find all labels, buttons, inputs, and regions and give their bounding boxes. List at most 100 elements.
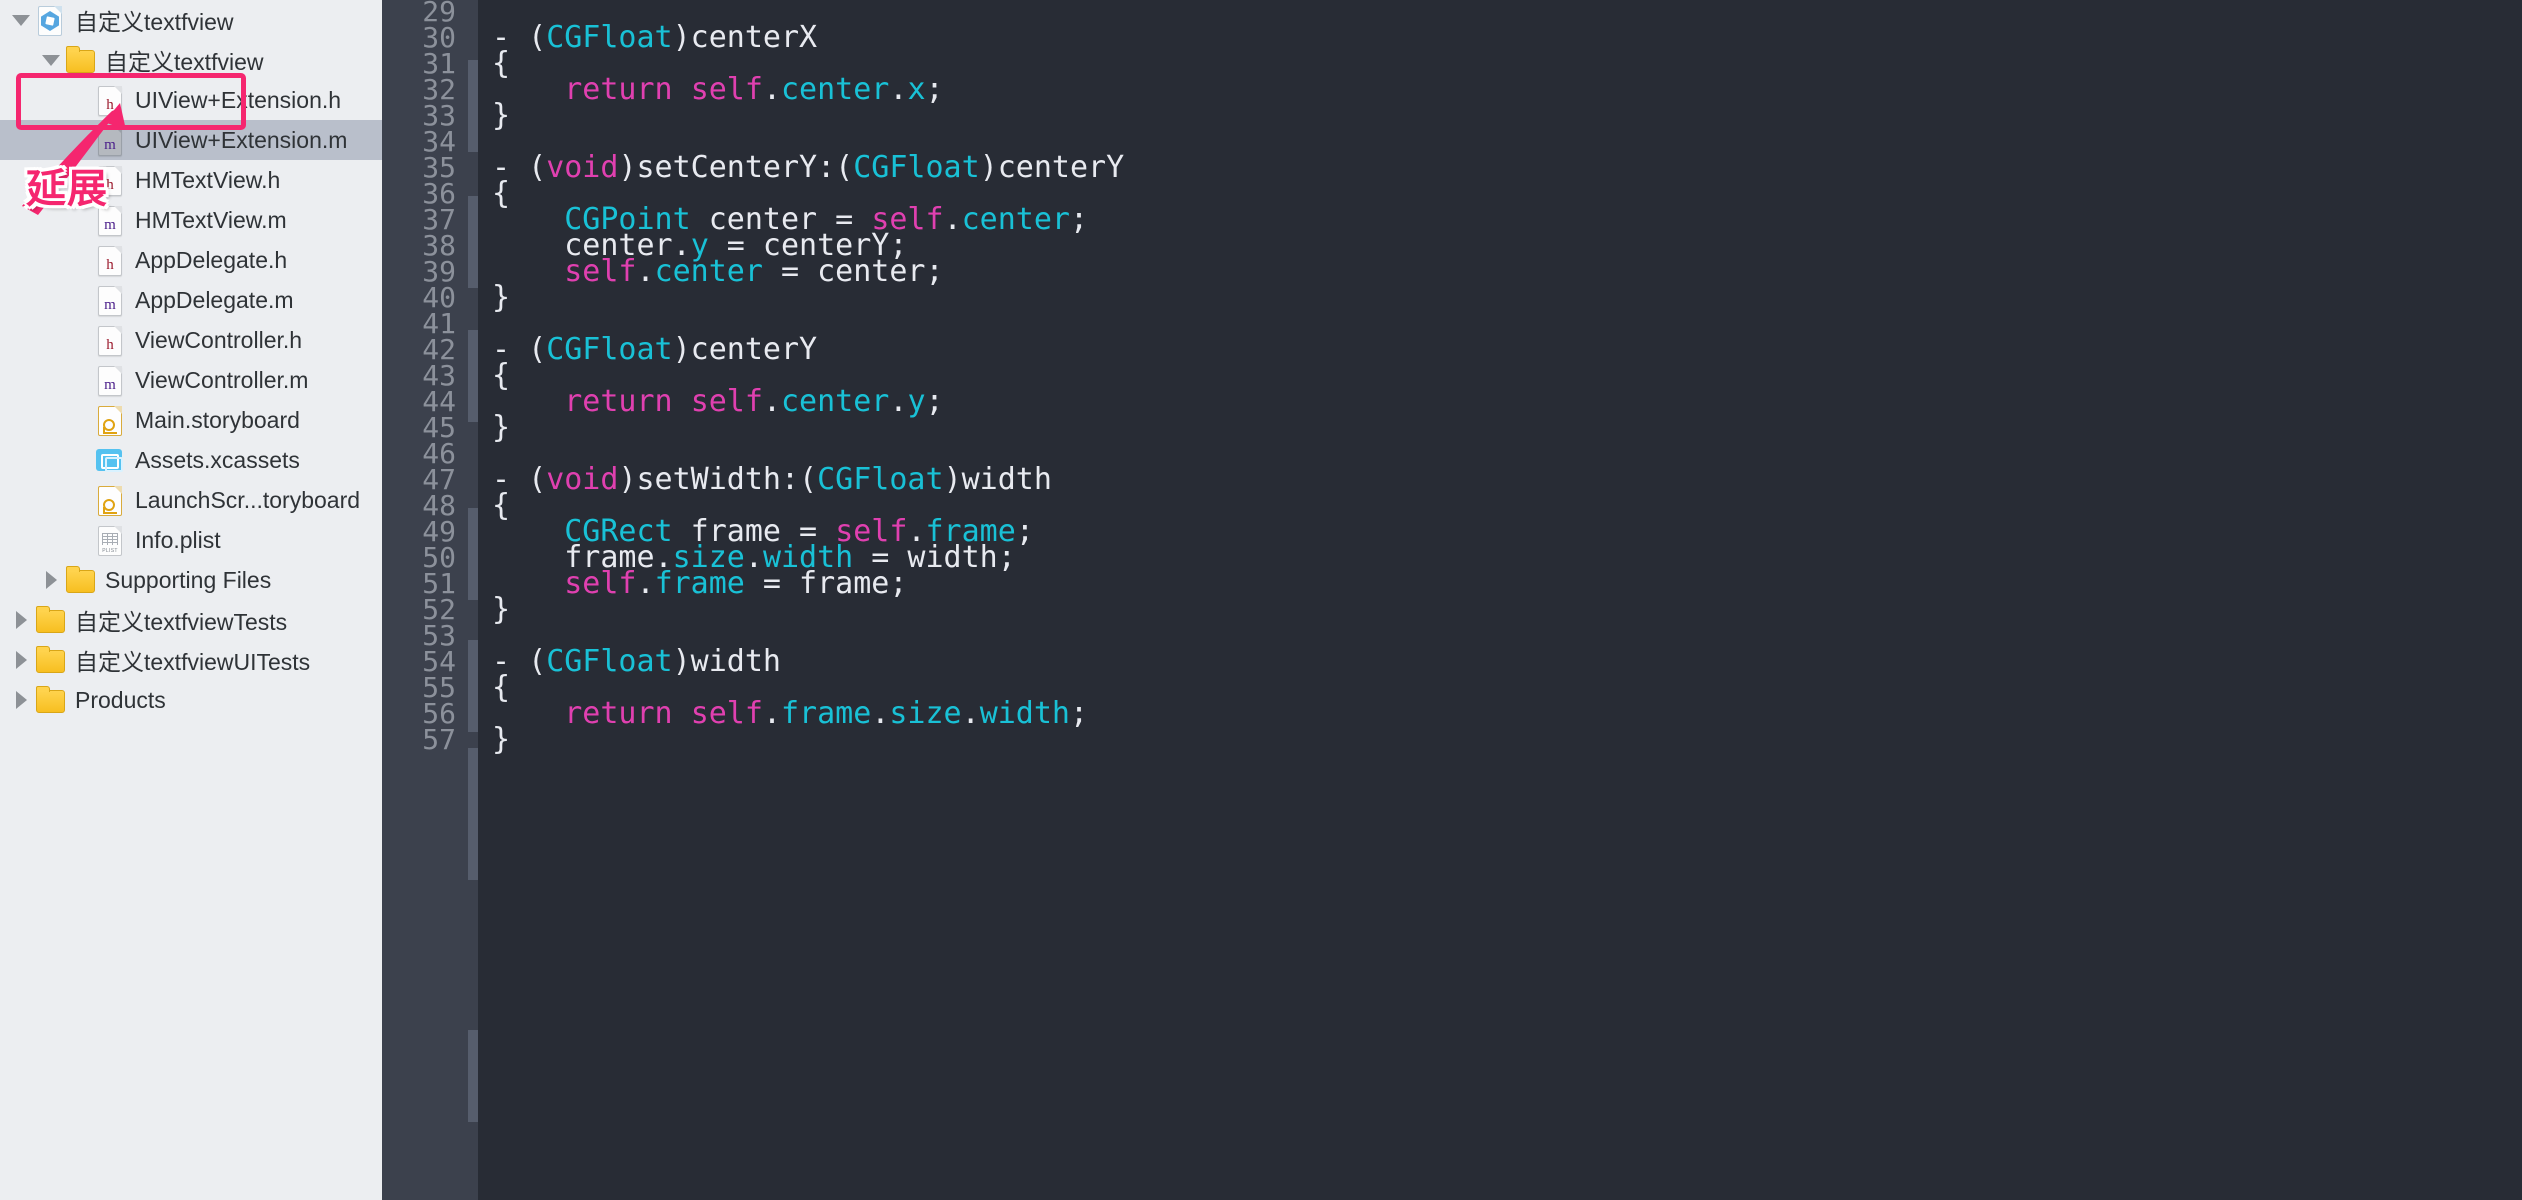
change-marker[interactable] — [468, 748, 478, 880]
nav-item-main.storyboard[interactable]: Main.storyboard — [0, 400, 382, 440]
code-token: ; — [1070, 696, 1089, 731]
code-token: CGFloat — [546, 20, 673, 55]
nav-item-uiview+extension.m[interactable]: m UIView+Extension.m — [0, 120, 382, 160]
change-marker-strip[interactable] — [468, 0, 478, 1200]
code-line[interactable]: return self.center.y; — [492, 381, 943, 423]
code-token: center — [654, 254, 763, 289]
disclosure-triangle-icon[interactable] — [8, 687, 34, 713]
code-token: )centerY — [672, 332, 818, 367]
code-content[interactable]: - (CGFloat)centerX{ return self.center.x… — [478, 0, 2522, 1200]
change-marker[interactable] — [468, 640, 478, 732]
disclosure-triangle-icon[interactable] — [8, 647, 34, 673]
objc-file-icon: m — [94, 364, 124, 396]
nav-item-label: Supporting Files — [105, 566, 272, 593]
nav-item-textfviewuitests[interactable]: 自定义textfviewUITests — [0, 640, 382, 680]
code-line[interactable]: - (CGFloat)centerX — [492, 17, 817, 59]
code-line[interactable]: - (void)setWidth:(CGFloat)width — [492, 459, 1052, 501]
code-token: center — [781, 72, 890, 107]
change-marker[interactable] — [468, 1030, 478, 1122]
line-number-gutter: 29 30 31 32 33 34 35 36 37 38 39 40 41 42 43 44 45 46 47 48… — [382, 0, 468, 1200]
nav-item-label: LaunchScr...toryboard — [135, 486, 361, 513]
nav-item-hmtextview.m[interactable]: m HMTextView.m — [0, 200, 382, 240]
disclosure-triangle-icon[interactable] — [38, 47, 64, 73]
code-token: self — [564, 566, 637, 601]
disclosure-triangle-icon[interactable] — [8, 7, 34, 33]
code-token: . — [636, 254, 655, 289]
code-token: } — [492, 722, 511, 757]
disclosure-triangle-icon — [68, 127, 94, 153]
code-token: CGFloat — [853, 150, 980, 185]
nav-item-supportingfiles[interactable]: Supporting Files — [0, 560, 382, 600]
change-marker[interactable] — [468, 508, 478, 600]
code-token: . — [636, 566, 655, 601]
code-token: = center; — [762, 254, 944, 289]
nav-item-products[interactable]: Products — [0, 680, 382, 720]
code-editor[interactable]: 29 30 31 32 33 34 35 36 37 38 39 40 41 42 43 44 45 46 47 48… — [382, 0, 2522, 1200]
disclosure-triangle-icon[interactable] — [8, 607, 34, 633]
nav-item-label: Products — [75, 686, 166, 713]
folder-icon — [34, 644, 65, 676]
code-token: self — [690, 384, 763, 419]
code-token: ; — [1070, 202, 1089, 237]
code-token: . — [889, 384, 908, 419]
nav-item-appdelegate.m[interactable]: m AppDelegate.m — [0, 280, 382, 320]
code-line[interactable]: } — [492, 719, 510, 761]
nav-item-assets.xcassets[interactable]: Assets.xcassets — [0, 440, 382, 480]
change-marker[interactable] — [468, 330, 478, 422]
code-line[interactable]: } — [492, 277, 510, 319]
code-token: . — [762, 72, 781, 107]
code-line[interactable]: - (void)setCenterY:(CGFloat)centerY — [492, 147, 1124, 189]
code-token: )width — [943, 462, 1052, 497]
code-line[interactable]: - (CGFloat)centerY — [492, 329, 817, 371]
code-token: CGFloat — [817, 462, 944, 497]
code-token: . — [762, 384, 781, 419]
header-file-icon: h — [94, 244, 124, 276]
folder-icon — [34, 604, 65, 636]
project-navigator[interactable]: 自定义textfview 自定义textfview h UIView+Extensio… — [0, 0, 382, 1200]
code-token: frame — [781, 696, 872, 731]
disclosure-triangle-icon — [68, 207, 94, 233]
code-token: )width — [672, 644, 781, 679]
code-line[interactable]: self.frame = frame; — [492, 563, 907, 605]
nav-item-uiview+extension.h[interactable]: h UIView+Extension.h — [0, 80, 382, 120]
folder-icon — [34, 684, 65, 716]
nav-item-textfview[interactable]: 自定义textfview — [0, 0, 382, 40]
code-token: return — [564, 696, 673, 731]
code-line[interactable]: } — [492, 95, 510, 137]
objc-file-icon: m — [94, 124, 124, 156]
code-line[interactable]: return self.center.x; — [492, 69, 944, 111]
nav-item-label: Main.storyboard — [135, 406, 300, 433]
nav-item-label: AppDelegate.m — [135, 286, 294, 313]
folder-icon — [64, 564, 95, 596]
code-token: . — [961, 696, 980, 731]
code-token: self — [690, 72, 763, 107]
code-line[interactable]: return self.frame.size.width; — [492, 693, 1088, 735]
nav-item-viewcontroller.h[interactable]: h ViewController.h — [0, 320, 382, 360]
disclosure-triangle-icon — [68, 167, 94, 193]
code-line[interactable]: self.center = center; — [492, 251, 944, 293]
project-navigator-list[interactable]: 自定义textfview 自定义textfview h UIView+Extensio… — [0, 0, 382, 720]
nav-item-label: 自定义textfviewUITests — [75, 649, 311, 675]
nav-item-info.plist[interactable]: PLIST Info.plist — [0, 520, 382, 560]
nav-item-textfviewtests[interactable]: 自定义textfviewTests — [0, 600, 382, 640]
change-marker[interactable] — [468, 60, 478, 152]
change-marker[interactable] — [468, 196, 478, 288]
code-line[interactable]: - (CGFloat)width — [492, 641, 781, 683]
nav-item-textfview[interactable]: 自定义textfview — [0, 40, 382, 80]
nav-item-label: UIView+Extension.m — [135, 126, 348, 153]
nav-item-launchscr...toryboard[interactable]: LaunchScr...toryboard — [0, 480, 382, 520]
nav-item-viewcontroller.m[interactable]: m ViewController.m — [0, 360, 382, 400]
disclosure-triangle-icon[interactable] — [38, 567, 64, 593]
code-token: . — [943, 202, 962, 237]
code-token: . — [871, 696, 890, 731]
disclosure-triangle-icon — [68, 407, 94, 433]
nav-item-appdelegate.h[interactable]: h AppDelegate.h — [0, 240, 382, 280]
code-token: ; — [925, 72, 944, 107]
code-line[interactable]: } — [492, 589, 510, 631]
code-token: x — [907, 72, 926, 107]
code-token: } — [492, 410, 511, 445]
code-line[interactable]: } — [492, 407, 510, 449]
nav-item-hmtextview.h[interactable]: h HMTextView.h — [0, 160, 382, 200]
